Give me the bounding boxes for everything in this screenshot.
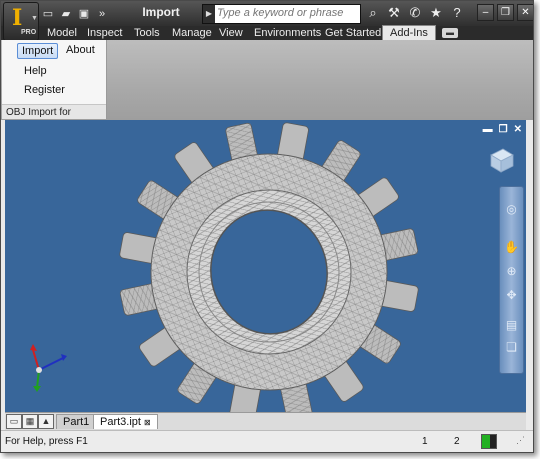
ribbon-body: Import About Help Register OBJ Import fo… [1, 40, 533, 133]
status-counter-2: 2 [454, 436, 460, 447]
quick-access-toolbar: ▭ ▰ ▣ » [41, 6, 109, 22]
tab-manage[interactable]: Manage [172, 26, 212, 40]
help-button[interactable]: Help [20, 64, 51, 78]
tab-add-ins[interactable]: Add-Ins [382, 25, 436, 41]
tile-horizontal-icon[interactable]: ▭ [6, 414, 22, 429]
resize-grip-icon[interactable]: ⋰ [516, 435, 525, 446]
application-menu-button[interactable]: I ▼ PRO [3, 2, 39, 41]
title-bar: ▭ ▰ ▣ » Import ▶ ⌕ ⚒ ✆ ★ ? – ❐ ✕ [1, 1, 533, 26]
memory-indicator [481, 434, 497, 449]
memory-indicator-fill [482, 435, 490, 448]
doc-tab-part3-label: Part3.ipt [100, 416, 141, 428]
wrench-icon[interactable]: ⚒ [386, 5, 402, 21]
tile-vertical-icon[interactable]: ▦ [22, 414, 38, 429]
ribbon-tab-bar: Model Inspect Tools Manage View Environm… [1, 25, 533, 41]
application-window: ▭ ▰ ▣ » Import ▶ ⌕ ⚒ ✆ ★ ? – ❐ ✕ Model I… [0, 0, 534, 453]
chevron-down-icon: ▼ [31, 15, 38, 22]
close-tab-icon[interactable]: ⊠ [144, 418, 151, 427]
window-list-icon[interactable]: ▲ [38, 414, 54, 429]
tab-tools[interactable]: Tools [134, 26, 160, 40]
restore-window-button[interactable]: ❐ [497, 4, 514, 21]
steering-wheel-icon[interactable]: ◎ [503, 201, 520, 218]
open-folder-icon[interactable]: ▰ [59, 7, 73, 21]
doc-tab-part1[interactable]: Part1 [56, 414, 97, 429]
tab-get-started[interactable]: Get Started [325, 26, 381, 40]
orbit-icon[interactable]: ✥ [503, 287, 520, 304]
panel-title: OBJ Import for Inventor [2, 104, 106, 133]
tab-inspect[interactable]: Inspect [87, 26, 122, 40]
save-icon[interactable]: ▣ [77, 7, 91, 21]
ribbon-options-icon[interactable]: ▬ [442, 28, 458, 38]
document-tab-bar: ▭ ▦ ▲ Part1 Part3.ipt ⊠ [5, 412, 526, 430]
obj-import-panel: Import About Help Register OBJ Import fo… [2, 40, 107, 133]
search-box[interactable]: ▶ [202, 4, 361, 24]
about-button[interactable]: About [62, 43, 99, 57]
satellite-icon[interactable]: ✆ [407, 5, 423, 21]
zoom-icon[interactable]: ⊕ [503, 263, 520, 280]
search-expand-icon[interactable]: ▶ [203, 5, 215, 23]
coordinate-triad-icon [30, 344, 67, 392]
tab-environments[interactable]: Environments [254, 26, 321, 40]
window-controls: – ❐ ✕ [477, 4, 533, 21]
import-button[interactable]: Import [17, 43, 59, 59]
search-input[interactable] [217, 6, 357, 20]
doc-tab-part3[interactable]: Part3.ipt ⊠ [93, 414, 158, 429]
tab-view[interactable]: View [219, 26, 243, 40]
star-icon[interactable]: ★ [428, 5, 444, 21]
binoculars-icon[interactable]: ⌕ [365, 5, 381, 21]
register-button[interactable]: Register [20, 83, 69, 97]
graphics-viewport[interactable]: ▬ ❐ ✕ ◎ ✋ ⊕ ✥ ▤ ❏ [5, 120, 526, 412]
more-qat-icon[interactable]: » [95, 7, 109, 21]
navigation-bar: ◎ ✋ ⊕ ✥ ▤ ❏ [499, 186, 524, 374]
infocenter-toolbar: ⌕ ⚒ ✆ ★ ? [365, 5, 465, 21]
status-help-text: For Help, press F1 [5, 436, 88, 447]
close-window-button[interactable]: ✕ [517, 4, 533, 21]
window-title: Import [142, 5, 180, 19]
minimize-window-button[interactable]: – [477, 4, 494, 21]
pan-icon[interactable]: ✋ [503, 239, 520, 256]
status-bar: For Help, press F1 1 2 ⋰ [1, 430, 533, 452]
pro-badge: PRO [21, 29, 37, 36]
viewcube-icon[interactable] [487, 147, 515, 173]
inventor-logo-icon: I [12, 5, 23, 31]
view-face-icon[interactable]: ❏ [503, 339, 520, 356]
look-at-icon[interactable]: ▤ [503, 317, 520, 334]
help-icon[interactable]: ? [449, 5, 465, 21]
new-file-icon[interactable]: ▭ [41, 7, 55, 21]
tab-model[interactable]: Model [47, 26, 77, 40]
status-counter-1: 1 [422, 436, 428, 447]
gear-model[interactable] [5, 120, 526, 412]
